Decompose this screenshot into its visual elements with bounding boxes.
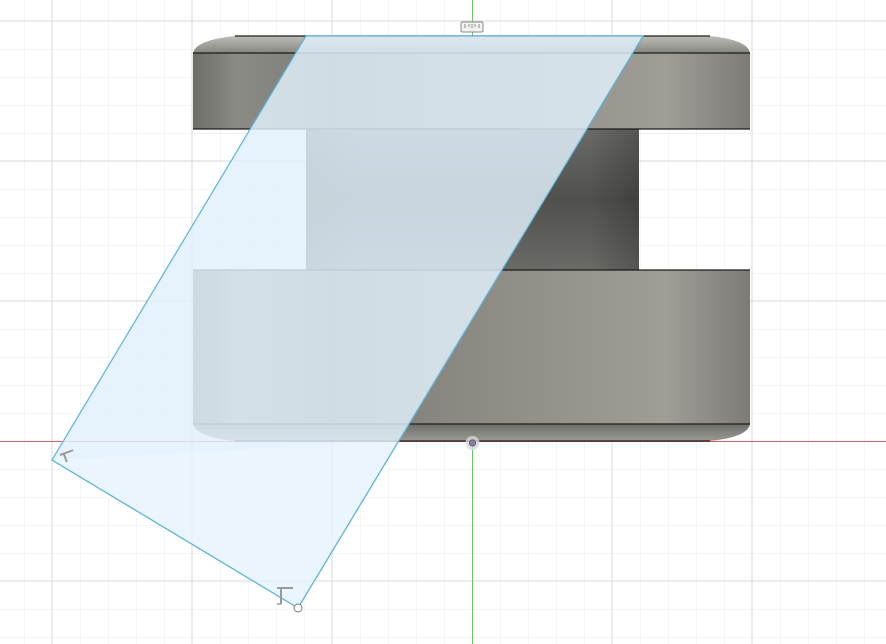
- viewport-svg[interactable]: [0, 0, 886, 644]
- rotate-handle-icon[interactable]: [293, 603, 303, 613]
- canvas-viewport[interactable]: [0, 0, 886, 644]
- origin-point-icon[interactable]: [465, 436, 480, 450]
- ruler-icon[interactable]: [460, 21, 484, 33]
